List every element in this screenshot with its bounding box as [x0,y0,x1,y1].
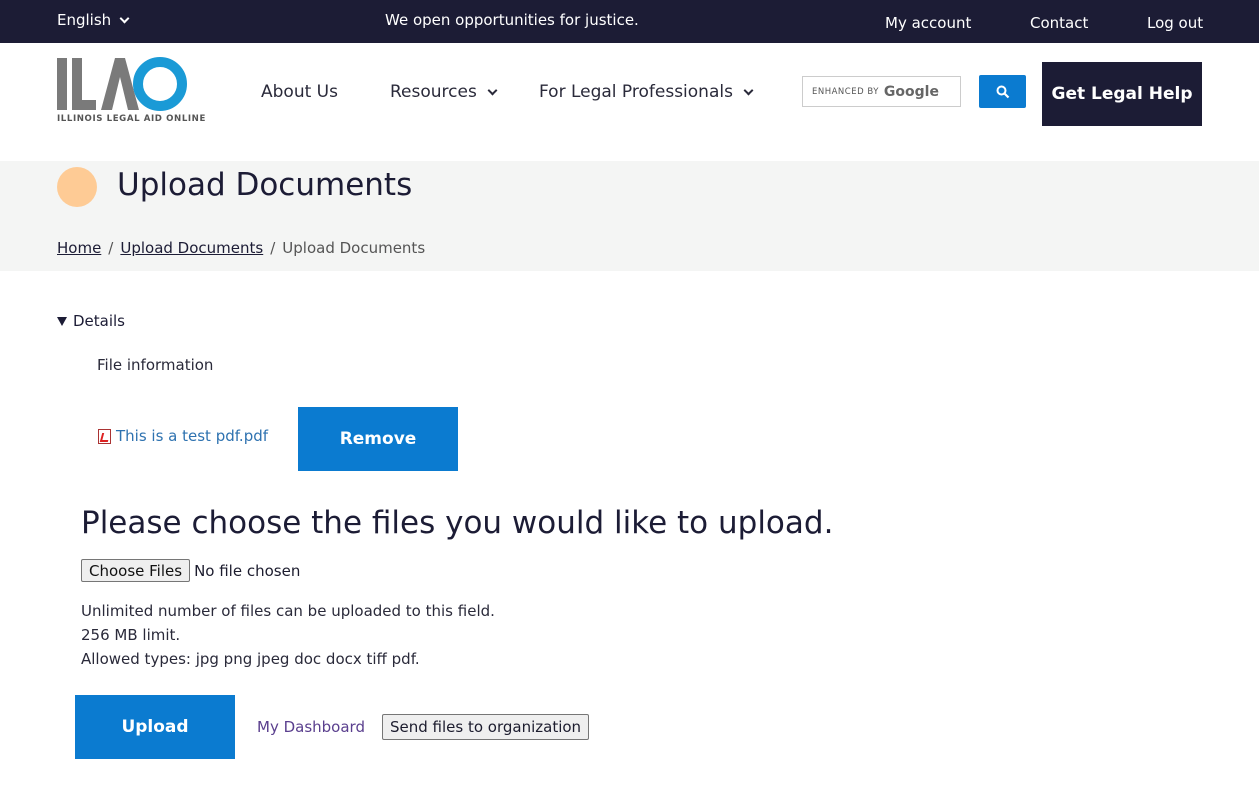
chevron-down-icon [743,85,754,95]
breadcrumb-separator: / [270,239,276,257]
details-toggle[interactable]: Details [57,312,125,330]
google-label: Google [883,83,939,100]
top-utility-bar: English We open opportunities for justic… [0,0,1259,43]
nav-label: Resources [390,82,477,102]
search-input[interactable]: ENHANCED BY Google [802,76,961,107]
choose-files-button[interactable]: Choose Files [81,559,191,582]
search-enhanced-label: ENHANCED BY [812,86,879,97]
page-title: Upload Documents [117,167,413,203]
breadcrumb-separator: / [108,239,114,257]
logo-subtitle: ILLINOIS LEGAL AID ONLINE [57,114,206,124]
logo-mark [57,57,187,111]
search-button[interactable] [979,75,1026,108]
nav-label: For Legal Professionals [539,82,733,102]
breadcrumb: Home / Upload Documents / Upload Documen… [57,239,425,257]
log-out-link[interactable]: Log out [1147,14,1203,32]
ilao-logo[interactable]: ILLINOIS LEGAL AID ONLINE [57,57,205,127]
send-files-button[interactable]: Send files to organization [382,714,590,740]
my-dashboard-link[interactable]: My Dashboard [257,718,365,736]
help-text-line: Allowed types: jpg png jpeg doc docx tif… [81,650,420,668]
chevron-down-icon [487,85,498,95]
no-file-chosen-label: No file chosen [194,561,301,580]
tagline: We open opportunities for justice. [385,11,639,29]
nav-label: About Us [261,82,338,102]
remove-button[interactable]: Remove [298,407,458,471]
pdf-file-icon [98,428,111,444]
upload-heading: Please choose the files you would like t… [81,505,834,541]
nav-for-legal-professionals[interactable]: For Legal Professionals [539,82,754,102]
contact-link[interactable]: Contact [1030,14,1088,32]
uploaded-file-link[interactable]: This is a test pdf.pdf [98,427,268,445]
breadcrumb-upload-documents[interactable]: Upload Documents [120,239,263,257]
file-information-label: File information [97,356,214,374]
get-legal-help-button[interactable]: Get Legal Help [1042,62,1202,126]
file-name: This is a test pdf.pdf [116,427,269,445]
triangle-down-icon [57,316,67,326]
search-icon [996,85,1009,98]
nav-about-us[interactable]: About Us [261,82,338,102]
breadcrumb-home[interactable]: Home [57,239,101,257]
language-selector[interactable]: English [57,11,130,29]
nav-resources[interactable]: Resources [390,82,498,102]
help-text-line: 256 MB limit. [81,626,181,644]
chevron-down-icon [119,13,130,23]
language-label: English [57,11,112,29]
breadcrumb-current: Upload Documents [282,239,426,257]
my-account-link[interactable]: My account [885,14,971,32]
help-text-line: Unlimited number of files can be uploade… [81,602,495,620]
details-label: Details [73,312,126,330]
file-picker: Choose Files No file chosen [81,559,300,582]
decorative-dot [57,167,97,207]
upload-button[interactable]: Upload [75,695,235,759]
page-header-band: Upload Documents Home / Upload Documents… [0,161,1259,271]
